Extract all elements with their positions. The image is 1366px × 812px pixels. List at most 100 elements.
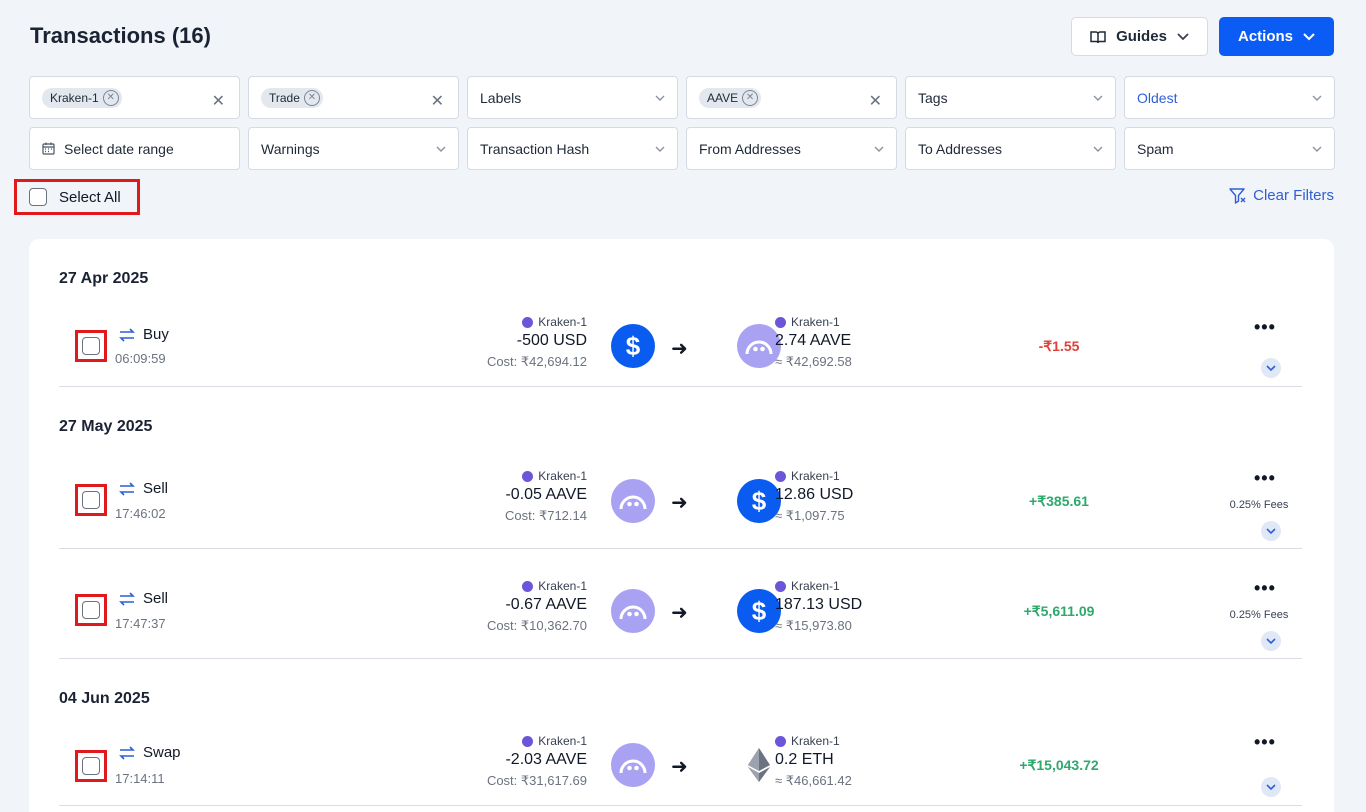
sort-select[interactable]: Oldest [1124, 76, 1335, 119]
spam-filter[interactable]: Spam [1124, 127, 1335, 170]
arrow-right-icon: ➜ [671, 756, 688, 778]
page-header: Transactions (16) Guides Actions [30, 17, 1334, 62]
guides-label: Guides [1116, 28, 1167, 45]
outgoing-side: Kraken-1 -2.03 AAVE Cost: ₹31,617.69 [487, 734, 587, 789]
transaction-row[interactable]: Buy 06:09:59 Kraken-1 -500 USD Cost: ₹42… [59, 309, 1302, 387]
expand-icon[interactable] [1261, 777, 1281, 797]
row-checkbox-box[interactable] [82, 757, 100, 775]
swap-arrows-icon [119, 745, 135, 760]
filter-clear-icon [1229, 187, 1246, 204]
incoming-value: ≈ ₹46,661.42 [775, 773, 852, 788]
transaction-type: Buy [119, 326, 169, 343]
tags-filter[interactable]: Tags [905, 76, 1116, 119]
gain-loss: -₹1.55 [1038, 338, 1080, 354]
aave-coin-icon [611, 479, 655, 523]
kraken-icon [522, 735, 534, 747]
group-date: 27 May 2025 [59, 418, 153, 435]
incoming-side: Kraken-1 2.74 AAVE ≈ ₹42,692.58 [775, 315, 852, 370]
clear-filter-icon[interactable]: ✕ [431, 91, 444, 111]
tx-hash-label: Transaction Hash [480, 140, 590, 157]
incoming-side: Kraken-1 187.13 USD ≈ ₹15,973.80 [775, 579, 862, 634]
outgoing-cost: Cost: ₹10,362.70 [486, 618, 587, 633]
incoming-source-label: Kraken-1 [791, 734, 840, 748]
row-checkbox[interactable] [75, 330, 107, 362]
chevron-down-icon [1093, 146, 1103, 152]
outgoing-source-label: Kraken-1 [538, 469, 587, 483]
date-range-label: Select date range [64, 140, 174, 157]
chevron-down-icon [874, 146, 884, 152]
warnings-filter[interactable]: Warnings [248, 127, 459, 170]
from-addresses-label: From Addresses [699, 140, 801, 157]
arrow-right-icon: ➜ [671, 602, 688, 624]
incoming-side: Kraken-1 12.86 USD ≈ ₹1,097.75 [775, 469, 853, 524]
incoming-source-label: Kraken-1 [791, 579, 840, 593]
asset-filter[interactable]: AAVE ✕ ✕ [686, 76, 897, 119]
asset-chip-label: AAVE [707, 90, 739, 105]
kraken-icon [522, 470, 534, 482]
row-checkbox[interactable] [75, 750, 107, 782]
incoming-source: Kraken-1 [775, 734, 852, 748]
row-checkbox-box[interactable] [82, 491, 100, 509]
select-all-toggle[interactable]: Select All [14, 179, 140, 215]
fees-label: 0.25% Fees [1229, 499, 1289, 511]
aave-coin-icon [611, 589, 655, 633]
clear-filter-icon[interactable]: ✕ [212, 91, 225, 111]
chevron-down-icon [1177, 32, 1189, 40]
transaction-time: 06:09:59 [115, 351, 166, 366]
transaction-type-label: Buy [143, 326, 169, 343]
tags-filter-label: Tags [918, 89, 948, 106]
row-checkbox-box[interactable] [82, 601, 100, 619]
expand-icon[interactable] [1261, 631, 1281, 651]
transaction-row[interactable]: Sell 17:46:02 Kraken-1 -0.05 AAVE Cost: … [59, 458, 1302, 549]
clear-filters-link[interactable]: Clear Filters [1229, 187, 1334, 204]
more-options-icon[interactable]: ••• [1254, 732, 1276, 753]
row-checkbox[interactable] [75, 594, 107, 626]
date-range-filter[interactable]: Select date range [29, 127, 240, 170]
expand-icon[interactable] [1261, 521, 1281, 541]
row-checkbox[interactable] [75, 484, 107, 516]
tx-hash-filter[interactable]: Transaction Hash [467, 127, 678, 170]
row-checkbox-box[interactable] [82, 337, 100, 355]
transaction-row[interactable]: Swap 17:14:11 Kraken-1 -2.03 AAVE Cost: … [59, 729, 1302, 806]
remove-chip-icon[interactable]: ✕ [742, 89, 759, 106]
more-options-icon[interactable]: ••• [1254, 317, 1276, 338]
outgoing-amount: -500 USD [516, 332, 587, 349]
warnings-label: Warnings [261, 140, 320, 157]
incoming-side: Kraken-1 0.2 ETH ≈ ₹46,661.42 [775, 734, 852, 789]
expand-icon[interactable] [1261, 358, 1281, 378]
chevron-down-icon [436, 146, 446, 152]
guides-button[interactable]: Guides [1071, 17, 1208, 56]
swap-arrows-icon [119, 591, 135, 606]
outgoing-amount: -0.67 AAVE [505, 596, 587, 613]
incoming-value: ≈ ₹15,973.80 [775, 618, 852, 633]
select-all-checkbox[interactable] [29, 188, 47, 206]
more-options-icon[interactable]: ••• [1254, 578, 1276, 599]
more-options-icon[interactable]: ••• [1254, 468, 1276, 489]
chevron-down-icon [1303, 32, 1315, 40]
actions-button[interactable]: Actions [1219, 17, 1334, 56]
outgoing-side: Kraken-1 -0.05 AAVE Cost: ₹712.14 [505, 469, 587, 524]
transactions-panel: 27 Apr 2025 Buy 06:09:59 Kraken-1 -500 U… [29, 239, 1334, 812]
kraken-icon [522, 580, 534, 592]
labels-filter[interactable]: Labels [467, 76, 678, 119]
incoming-value: ≈ ₹1,097.75 [775, 508, 845, 523]
type-filter[interactable]: Trade ✕ ✕ [248, 76, 459, 119]
remove-chip-icon[interactable]: ✕ [102, 89, 119, 106]
wallet-filter[interactable]: Kraken-1 ✕ ✕ [29, 76, 240, 119]
group-date: 27 Apr 2025 [59, 270, 149, 287]
outgoing-amount: -0.05 AAVE [505, 486, 587, 503]
transaction-row[interactable]: Sell 17:47:37 Kraken-1 -0.67 AAVE Cost: … [59, 549, 1302, 659]
clear-filter-icon[interactable]: ✕ [869, 91, 882, 111]
sort-label: Oldest [1137, 89, 1178, 106]
from-addresses-filter[interactable]: From Addresses [686, 127, 897, 170]
incoming-source: Kraken-1 [775, 579, 862, 593]
outgoing-side: Kraken-1 -500 USD Cost: ₹42,694.12 [487, 315, 587, 370]
fees-label: 0.25% Fees [1229, 609, 1289, 621]
transaction-time: 17:46:02 [115, 506, 166, 521]
incoming-amount: 0.2 ETH [775, 751, 834, 768]
to-addresses-filter[interactable]: To Addresses [905, 127, 1116, 170]
remove-chip-icon[interactable]: ✕ [303, 89, 320, 106]
select-all-label: Select All [59, 188, 121, 206]
chevron-down-icon [1312, 146, 1322, 152]
book-icon [1090, 30, 1106, 43]
